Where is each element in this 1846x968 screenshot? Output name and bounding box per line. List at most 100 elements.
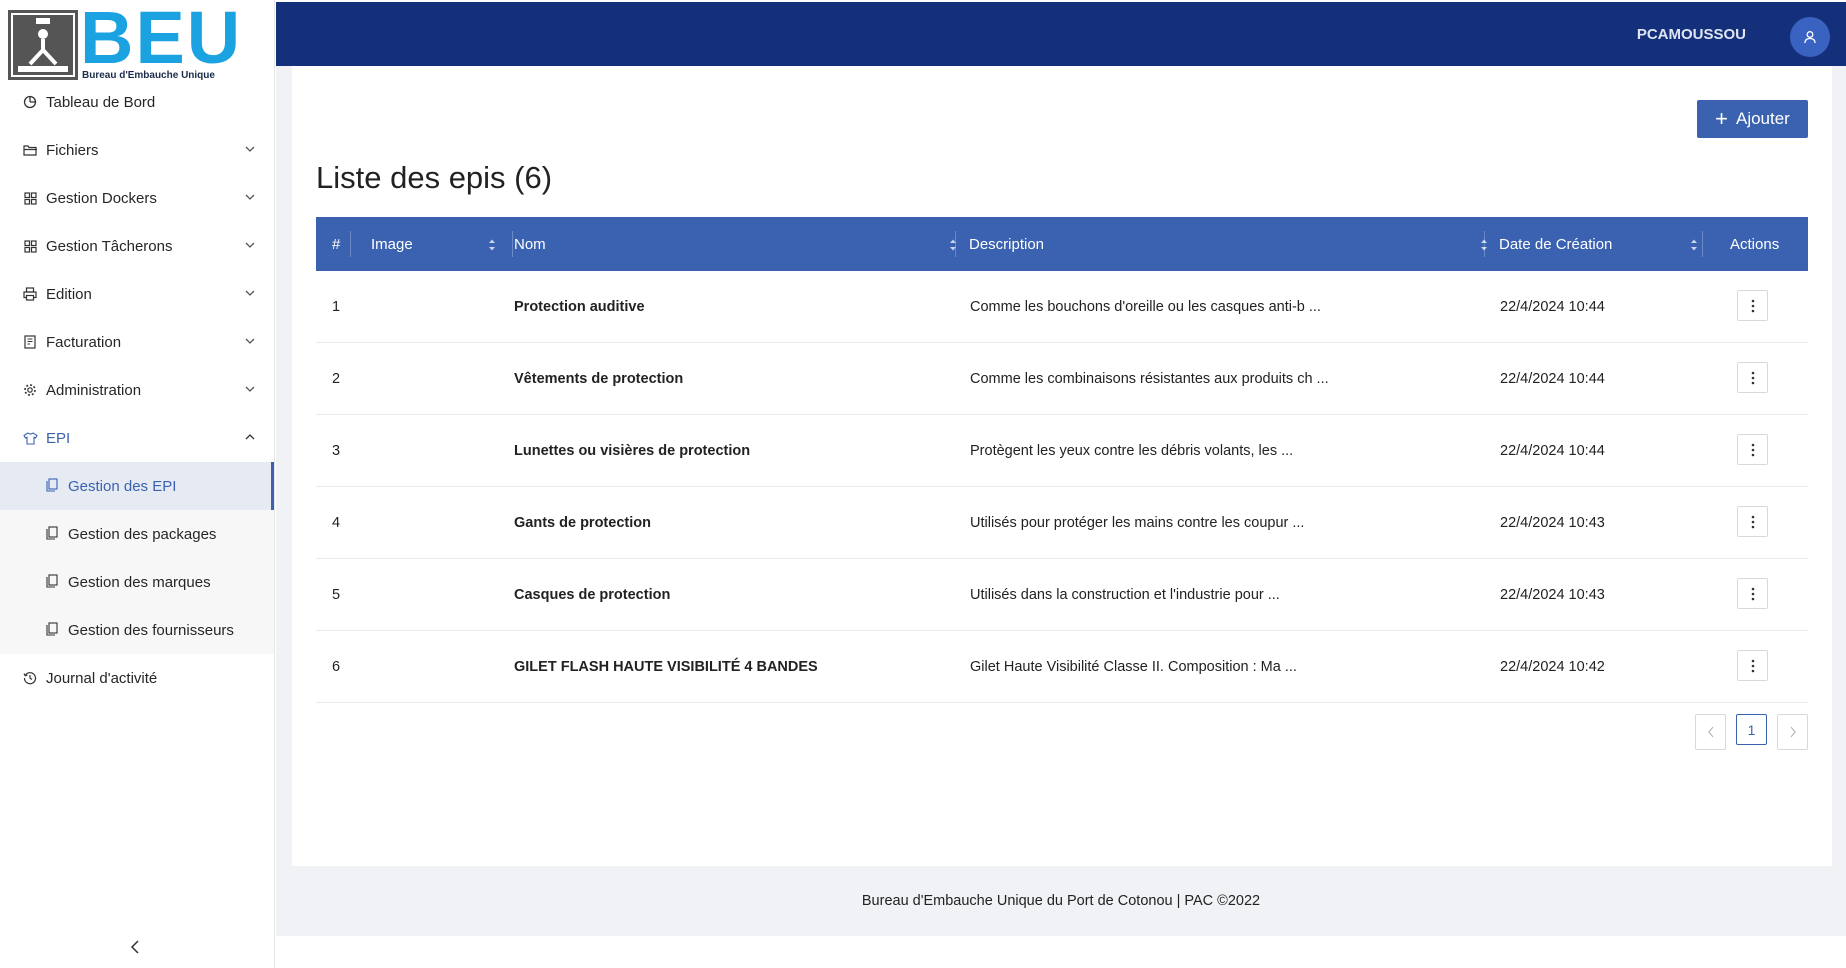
chevron-up-icon bbox=[245, 434, 255, 440]
page-footer: Bureau d'Embauche Unique du Port de Coto… bbox=[276, 866, 1846, 936]
chevron-right-icon bbox=[1789, 726, 1796, 738]
sort-icon[interactable] bbox=[948, 237, 958, 253]
column-header-actions: Actions bbox=[1730, 217, 1790, 271]
row-actions-button[interactable] bbox=[1737, 362, 1768, 393]
row-name: Vêtements de protection bbox=[514, 370, 684, 387]
row-actions-button[interactable] bbox=[1737, 578, 1768, 609]
row-actions-button[interactable] bbox=[1737, 506, 1768, 537]
gear-icon bbox=[22, 382, 38, 398]
chevron-down-icon bbox=[245, 242, 255, 248]
sidebar-item-administration[interactable]: Administration bbox=[0, 366, 274, 414]
sidebar-item-label: Journal d'activité bbox=[46, 669, 158, 687]
sidebar-item-gestion-des-packages[interactable]: Gestion des packages bbox=[0, 510, 274, 558]
row-actions-button[interactable] bbox=[1737, 434, 1768, 465]
column-label: Image bbox=[371, 235, 413, 253]
sort-icon[interactable] bbox=[1689, 237, 1699, 253]
sort-icon[interactable] bbox=[487, 237, 497, 253]
sidebar-item-facturation[interactable]: Facturation bbox=[0, 318, 274, 366]
sidebar-item-tableau-de-bord[interactable]: Tableau de Bord bbox=[0, 78, 274, 126]
column-header-image[interactable]: Image bbox=[371, 217, 497, 271]
table-row[interactable]: 2 Vêtements de protection Comme les comb… bbox=[316, 343, 1808, 415]
row-description: Utilisés pour protéger les mains contre … bbox=[970, 514, 1305, 531]
table-row[interactable]: 6 GILET FLASH HAUTE VISIBILITÉ 4 BANDES … bbox=[316, 631, 1808, 703]
sidebar-subitem-label: Gestion des marques bbox=[68, 573, 211, 591]
sidebar-subitem-label: Gestion des EPI bbox=[68, 477, 177, 495]
sidebar-item-epi[interactable]: EPI bbox=[0, 414, 274, 462]
row-number: 3 bbox=[332, 442, 341, 459]
table-row[interactable]: 3 Lunettes ou visières de protection Pro… bbox=[316, 415, 1808, 487]
row-date: 22/4/2024 10:44 bbox=[1500, 442, 1605, 459]
sidebar-item-gestion-dockers[interactable]: Gestion Dockers bbox=[0, 174, 274, 222]
row-name: Protection auditive bbox=[514, 298, 645, 315]
sidebar: BEU Bureau d'Embauche Unique Tableau de … bbox=[0, 0, 275, 968]
pagination-next-button[interactable] bbox=[1777, 714, 1808, 750]
more-vertical-icon bbox=[1751, 587, 1754, 600]
row-description: Utilisés dans la construction et l'indus… bbox=[970, 586, 1280, 603]
table-row[interactable]: 4 Gants de protection Utilisés pour prot… bbox=[316, 487, 1808, 559]
sidebar-item-label: Tableau de Bord bbox=[46, 93, 156, 111]
user-avatar[interactable] bbox=[1790, 17, 1830, 57]
logo-text: BEU bbox=[80, 0, 243, 79]
row-actions-button[interactable] bbox=[1737, 650, 1768, 681]
chevron-down-icon bbox=[245, 194, 255, 200]
chevron-down-icon bbox=[245, 290, 255, 296]
sidebar-item-label: Edition bbox=[46, 285, 92, 303]
row-name: GILET FLASH HAUTE VISIBILITÉ 4 BANDES bbox=[514, 658, 818, 675]
row-date: 22/4/2024 10:44 bbox=[1500, 370, 1605, 387]
invoice-icon bbox=[22, 334, 38, 350]
table-row[interactable]: 5 Casques de protection Utilisés dans la… bbox=[316, 559, 1808, 631]
add-button[interactable]: + Ajouter bbox=[1697, 100, 1808, 138]
brand-logo[interactable]: BEU Bureau d'Embauche Unique bbox=[8, 0, 240, 81]
row-date: 22/4/2024 10:43 bbox=[1500, 586, 1605, 603]
column-label: Nom bbox=[514, 235, 546, 253]
column-divider bbox=[1484, 231, 1485, 257]
sidebar-item-label: Gestion Tâcherons bbox=[46, 237, 173, 255]
printer-icon bbox=[22, 286, 38, 302]
sidebar-item-gestion-des-fournisseurs[interactable]: Gestion des fournisseurs bbox=[0, 606, 274, 654]
column-header-description[interactable]: Description bbox=[969, 217, 1489, 271]
sidebar-item-fichiers[interactable]: Fichiers bbox=[0, 126, 274, 174]
row-date: 22/4/2024 10:42 bbox=[1500, 658, 1605, 675]
table-row[interactable]: 1 Protection auditive Comme les bouchons… bbox=[316, 271, 1808, 343]
epi-submenu: Gestion des EPI Gestion des packages Ges… bbox=[0, 462, 274, 654]
pagination-page-button[interactable]: 1 bbox=[1736, 714, 1767, 745]
row-name: Gants de protection bbox=[514, 514, 651, 531]
sidebar-item-label: EPI bbox=[46, 429, 71, 447]
sidebar-item-journal[interactable]: Journal d'activité bbox=[0, 654, 274, 702]
grid-icon bbox=[22, 238, 38, 254]
column-label: Actions bbox=[1730, 235, 1780, 253]
username-label[interactable]: PCAMOUSSOU bbox=[1637, 26, 1746, 43]
sidebar-item-gestion-des-epi[interactable]: Gestion des EPI bbox=[0, 462, 274, 510]
sidebar-item-gestion-tacherons[interactable]: Gestion Tâcherons bbox=[0, 222, 274, 270]
chevron-down-icon bbox=[245, 146, 255, 152]
column-header-date[interactable]: Date de Création bbox=[1499, 217, 1699, 271]
more-vertical-icon bbox=[1751, 299, 1754, 312]
collapse-sidebar-icon[interactable] bbox=[128, 938, 144, 956]
more-vertical-icon bbox=[1751, 659, 1754, 672]
column-divider bbox=[350, 231, 351, 257]
column-label: # bbox=[332, 235, 341, 253]
crane-logo-icon bbox=[8, 10, 78, 80]
row-date: 22/4/2024 10:43 bbox=[1500, 514, 1605, 531]
sidebar-item-label: Administration bbox=[46, 381, 142, 399]
grid-icon bbox=[22, 190, 38, 206]
folder-icon bbox=[22, 142, 38, 158]
row-actions-button[interactable] bbox=[1737, 290, 1768, 321]
history-icon bbox=[22, 670, 38, 686]
sidebar-subitem-label: Gestion des packages bbox=[68, 525, 217, 543]
sidebar-item-edition[interactable]: Edition bbox=[0, 270, 274, 318]
sidebar-item-label: Gestion Dockers bbox=[46, 189, 157, 207]
sidebar-item-gestion-des-marques[interactable]: Gestion des marques bbox=[0, 558, 274, 606]
page-title: Liste des epis (6) bbox=[316, 160, 553, 195]
column-header-nom[interactable]: Nom bbox=[514, 217, 958, 271]
column-label: Description bbox=[969, 235, 1045, 253]
add-button-label: Ajouter bbox=[1735, 109, 1790, 128]
pagination-prev-button[interactable] bbox=[1695, 714, 1726, 750]
chevron-down-icon bbox=[245, 386, 255, 392]
column-divider bbox=[1702, 231, 1703, 257]
row-date: 22/4/2024 10:44 bbox=[1500, 298, 1605, 315]
row-number: 1 bbox=[332, 298, 341, 315]
shirt-icon bbox=[22, 430, 38, 446]
table-header: # Image Nom Description Date de Création… bbox=[316, 217, 1808, 271]
column-header-number: # bbox=[332, 217, 352, 271]
